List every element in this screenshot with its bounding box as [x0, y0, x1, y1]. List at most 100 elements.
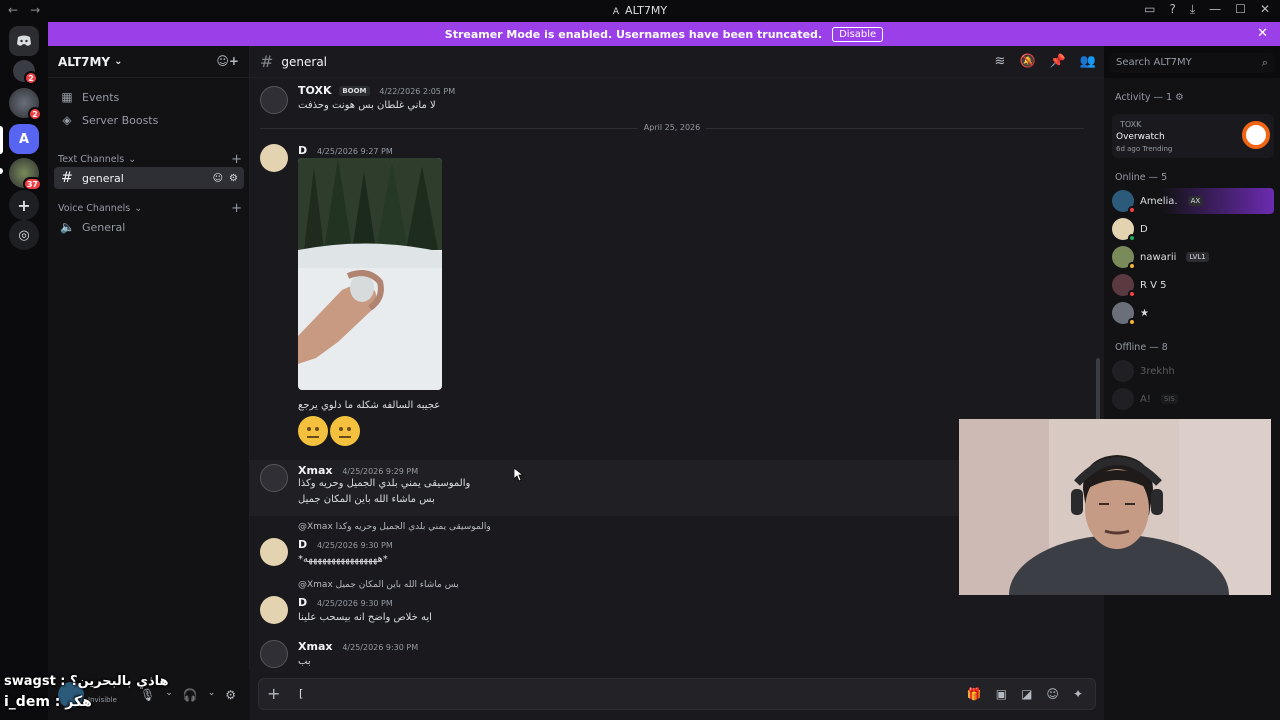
member-list-icon[interactable]: 👥 [1080, 54, 1096, 69]
member-item[interactable]: 3rekhh [1112, 358, 1274, 384]
message-author[interactable]: TOXK [298, 84, 331, 97]
gear-icon[interactable]: ⚙ [229, 173, 238, 184]
avatar[interactable] [260, 144, 288, 172]
activity-game: Overwatch [1116, 132, 1165, 142]
discover-icon[interactable]: ◎ [9, 220, 39, 250]
disable-streamer-mode-button[interactable]: Disable [832, 26, 884, 42]
pin-icon[interactable]: 📌 [1050, 54, 1066, 69]
offline-header: Offline — 8 [1115, 342, 1168, 353]
message-input[interactable]: + [ 🎁 ▣ ◪ ☺ ✦ [258, 678, 1096, 710]
webcam-overlay [959, 419, 1271, 595]
discord-icon[interactable] [9, 26, 39, 56]
create-channel-icon[interactable]: + [231, 152, 242, 167]
chevron-down-icon[interactable]: ⌄ [208, 688, 216, 702]
message-author[interactable]: D [298, 144, 307, 157]
timestamp: 4/25/2026 9:29 PM [342, 467, 419, 476]
member-list: Activity — 1 ⚙ TOXK Overwatch 6d ago Tre… [1104, 78, 1280, 720]
sidebar-item-label: Events [82, 90, 120, 104]
close-window-button[interactable]: ✕ [1260, 2, 1270, 17]
maximize-button[interactable]: ☐ [1235, 2, 1246, 17]
server-alt7my[interactable]: A [9, 124, 39, 154]
hash-icon: # [260, 52, 274, 71]
hash-icon: # [61, 170, 73, 186]
threads-icon[interactable]: ≋ [995, 54, 1006, 69]
sticker-icon[interactable]: ◪ [1021, 687, 1032, 701]
dm-avatar[interactable]: 2 [13, 60, 38, 85]
category-voice-channels[interactable]: Voice Channels ⌄ + [58, 201, 242, 216]
avatar[interactable] [260, 640, 288, 668]
help-icon[interactable]: ? [1169, 2, 1175, 17]
add-server-icon[interactable]: + [9, 190, 39, 220]
server-icon[interactable]: 2 [9, 88, 42, 121]
server-header[interactable]: ALT7MY ⌄ ☺+ [48, 46, 249, 78]
gift-icon[interactable]: 🎁 [967, 687, 982, 701]
message-author[interactable]: Xmax [298, 640, 332, 653]
avatar[interactable] [260, 596, 288, 624]
server-name: ALT7MY [58, 54, 111, 69]
user-tag: BOOM [339, 86, 370, 96]
member-item[interactable]: ★ [1112, 300, 1274, 326]
timestamp: 4/25/2026 9:27 PM [316, 147, 393, 156]
channel-label: general [82, 171, 124, 185]
speaker-icon: 🔈 [60, 220, 75, 234]
image-attachment[interactable] [298, 158, 442, 390]
avatar[interactable] [260, 464, 288, 492]
message: Xmax 4/25/2026 9:30 PM بب [250, 638, 1104, 674]
activity-meta: 6d ago Trending [1116, 145, 1173, 153]
message-text: *ههههههههههههههههه* [298, 554, 388, 565]
member-name: nawarii [1140, 251, 1177, 263]
reply-preview[interactable]: @Xmax والموسيقى يمني بلدي الجميل وحريه و… [298, 522, 491, 532]
member-name: D [1140, 223, 1148, 235]
notification-bell-icon[interactable]: 🔕 [1019, 54, 1035, 69]
avatar [1112, 360, 1134, 382]
message-author[interactable]: D [298, 538, 307, 551]
member-name: 3rekhh [1140, 365, 1175, 377]
channel-title: general [281, 54, 328, 69]
member-item[interactable]: D [1112, 216, 1274, 242]
gif-icon[interactable]: ▣ [996, 687, 1007, 701]
server-icon[interactable]: 37 [9, 158, 42, 191]
headphones-icon[interactable]: 🎧 [183, 688, 198, 702]
create-channel-icon[interactable]: + [231, 201, 242, 216]
unread-badge: 37 [22, 177, 42, 191]
apps-icon[interactable]: ✦ [1073, 687, 1083, 701]
avatar [1112, 218, 1136, 242]
mouse-cursor-icon [513, 467, 525, 486]
invite-icon[interactable]: ☺ [213, 173, 223, 184]
search-input[interactable]: Search ALT7MY ⌕ [1110, 53, 1274, 73]
gear-icon[interactable]: ⚙ [225, 688, 236, 702]
channel-general[interactable]: # general ☺ ⚙ [54, 167, 244, 189]
sidebar-item-server-boosts[interactable]: ◈ Server Boosts [54, 109, 244, 131]
emoji-icon[interactable]: ☺ [1046, 687, 1059, 701]
activity-card[interactable]: TOXK Overwatch 6d ago Trending [1112, 114, 1274, 158]
message-author[interactable]: D [298, 596, 307, 609]
gear-icon[interactable]: ⚙ [1175, 92, 1184, 103]
minimize-button[interactable]: — [1209, 2, 1221, 17]
message-author[interactable]: Xmax [298, 464, 332, 477]
composer-area: + [ 🎁 ▣ ◪ ☺ ✦ [250, 674, 1104, 720]
message-text: والموسيقى يمني بلدي الجميل وحريه وكذا [298, 478, 471, 489]
unread-badge: 2 [24, 71, 38, 85]
voice-channel-general[interactable]: 🔈 General [54, 216, 244, 238]
reply-preview[interactable]: @Xmax بس ماشاء الله باين المكان جميل [298, 580, 459, 590]
member-item[interactable]: Amelia. AX [1112, 188, 1274, 214]
message-text: ايه خلاص واضح انه بيسحب علينا [298, 612, 432, 623]
member-item[interactable]: R V 5 [1112, 272, 1274, 298]
active-indicator [0, 126, 3, 154]
title-bar: ← → A ALT7MY ▭ ? ⤓ — ☐ ✕ [0, 0, 1280, 22]
avatar[interactable] [260, 86, 288, 114]
chevron-down-icon: ⌄ [114, 56, 123, 67]
member-name: A! [1140, 393, 1151, 405]
attach-plus-icon[interactable]: + [267, 684, 280, 703]
sidebar-item-events[interactable]: ▦ Events [54, 86, 244, 108]
member-item[interactable]: A! SIS [1112, 386, 1274, 412]
avatar[interactable] [260, 538, 288, 566]
server-rail: 2 2 A 37 + ◎ [0, 22, 48, 720]
download-icon[interactable]: ⤓ [1190, 2, 1195, 17]
close-icon[interactable]: ✕ [1257, 26, 1268, 41]
inbox-icon[interactable]: ▭ [1144, 2, 1155, 17]
avatar [1112, 302, 1136, 326]
category-text-channels[interactable]: Text Channels ⌄ + [58, 152, 242, 167]
invite-people-icon[interactable]: ☺+ [216, 54, 239, 68]
member-item[interactable]: nawarii LVL1 [1112, 244, 1274, 270]
